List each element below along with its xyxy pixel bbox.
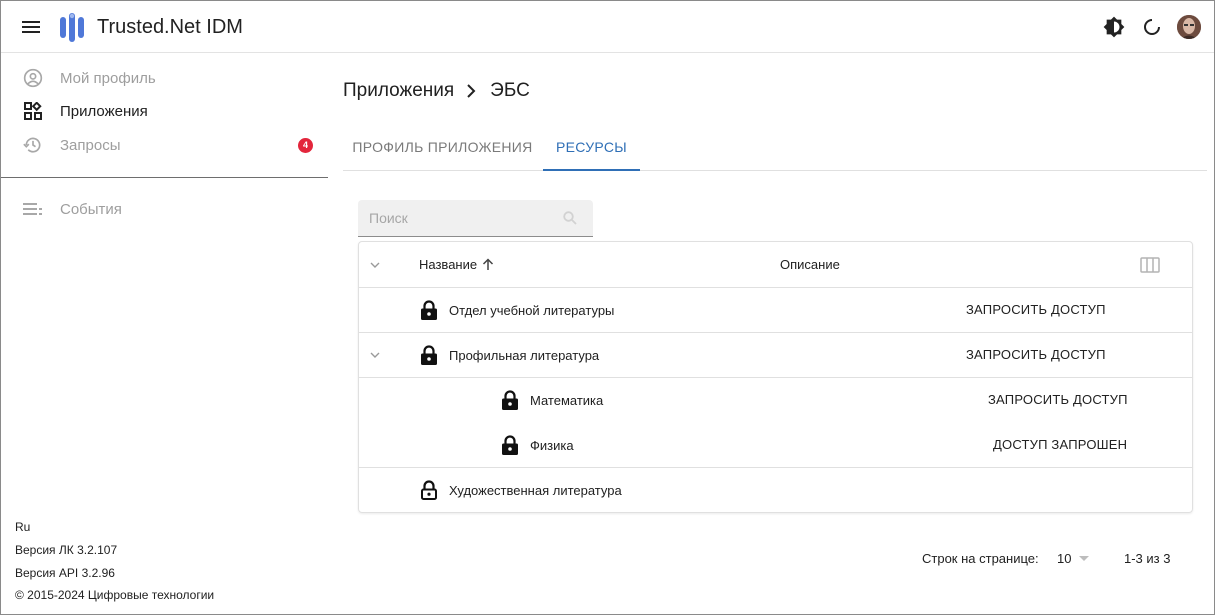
- sort-arrow-up-icon: [482, 258, 494, 271]
- collapse-all-icon[interactable]: [368, 258, 382, 272]
- theme-icon[interactable]: [1102, 15, 1126, 39]
- sidebar: Мой профиль Приложения Запросы 4 События…: [1, 54, 328, 614]
- logo: [60, 13, 84, 42]
- sidebar-item-label: Приложения: [60, 102, 148, 120]
- sidebar-item-requests[interactable]: Запросы 4: [1, 128, 328, 162]
- table-row-child[interactable]: Математика ЗАПРОСИТЬ ДОСТУП: [359, 378, 1192, 422]
- search-input[interactable]: [358, 200, 558, 236]
- sidebar-item-events[interactable]: События: [1, 192, 328, 226]
- top-app-bar: Trusted.Net IDM: [1, 1, 1214, 53]
- apps-icon: [22, 100, 44, 122]
- lock-icon: [500, 435, 520, 455]
- tab-app-profile[interactable]: ПРОФИЛЬ ПРИЛОЖЕНИЯ: [343, 124, 542, 170]
- column-header-name[interactable]: Название: [419, 257, 494, 272]
- table-header: Название Описание: [359, 242, 1192, 287]
- lock-open-icon: [419, 480, 439, 500]
- requests-count-badge: 4: [298, 137, 313, 153]
- column-settings-icon[interactable]: [1140, 257, 1160, 276]
- rows-per-page-value: 10: [1057, 551, 1072, 566]
- lock-icon: [419, 300, 439, 320]
- request-access-button[interactable]: ЗАПРОСИТЬ ДОСТУП: [988, 392, 1128, 407]
- sidebar-item-apps[interactable]: Приложения: [1, 94, 328, 128]
- history-icon: [22, 134, 44, 156]
- lock-icon: [500, 390, 520, 410]
- breadcrumb-parent[interactable]: Приложения: [343, 80, 454, 102]
- menu-icon[interactable]: [19, 15, 43, 39]
- resource-name-cell: Физика: [500, 435, 574, 455]
- resource-name-cell: Отдел учебной литературы: [419, 300, 614, 320]
- api-version: Версия API 3.2.96: [15, 566, 115, 580]
- table-row[interactable]: Профильная литература ЗАПРОСИТЬ ДОСТУП: [359, 333, 1192, 377]
- request-access-button[interactable]: ЗАПРОСИТЬ ДОСТУП: [966, 302, 1106, 317]
- pagination-range: 1-3 из 3: [1124, 551, 1171, 566]
- resource-name: Отдел учебной литературы: [449, 302, 615, 318]
- app-title: Trusted.Net IDM: [97, 16, 243, 38]
- request-access-button[interactable]: ЗАПРОСИТЬ ДОСТУП: [966, 347, 1106, 362]
- sidebar-item-label: События: [60, 200, 122, 218]
- search-box: [358, 200, 593, 237]
- table-row-child[interactable]: Физика ДОСТУП ЗАПРОШЕН: [359, 423, 1192, 467]
- resource-name: Математика: [530, 392, 604, 408]
- sidebar-item-label: Запросы: [60, 136, 121, 154]
- dropdown-arrow-icon: [1079, 556, 1090, 561]
- language-selector[interactable]: Ru: [15, 520, 30, 534]
- search-icon[interactable]: [563, 211, 577, 230]
- tab-resources[interactable]: РЕСУРСЫ: [543, 124, 640, 171]
- sidebar-item-profile[interactable]: Мой профиль: [1, 61, 328, 95]
- resources-table: Название Описание Отдел учебной литерату…: [358, 241, 1193, 513]
- refresh-icon[interactable]: [1140, 15, 1164, 39]
- breadcrumb-current: ЭБС: [490, 80, 530, 101]
- table-row[interactable]: Художественная литература: [359, 468, 1192, 512]
- avatar[interactable]: [1177, 15, 1201, 39]
- list-icon: [22, 198, 44, 220]
- access-requested-status: ДОСТУП ЗАПРОШЕН: [993, 437, 1128, 452]
- sidebar-divider: [1, 177, 328, 178]
- sidebar-item-label: Мой профиль: [60, 69, 156, 87]
- resource-name: Физика: [530, 437, 574, 453]
- expand-row-icon[interactable]: [368, 348, 382, 362]
- account-circle-icon: [22, 67, 44, 89]
- column-header-label: Название: [419, 257, 478, 272]
- chevron-right-icon: [466, 84, 476, 98]
- resource-name-cell: Профильная литература: [419, 345, 599, 365]
- table-row[interactable]: Отдел учебной литературы ЗАПРОСИТЬ ДОСТУ…: [359, 288, 1192, 332]
- rows-per-page-select[interactable]: 10: [1057, 551, 1090, 566]
- resource-name: Профильная литература: [449, 347, 600, 363]
- resource-name-cell: Художественная литература: [419, 480, 622, 500]
- resource-name: Художественная литература: [449, 482, 622, 498]
- breadcrumb: Приложения ЭБС: [343, 80, 530, 102]
- rows-per-page-label: Строк на странице:: [922, 551, 1039, 566]
- column-header-description[interactable]: Описание: [780, 257, 840, 272]
- lk-version: Версия ЛК 3.2.107: [15, 543, 118, 557]
- copyright: © 2015-2024 Цифровые технологии: [15, 588, 215, 602]
- lock-icon: [419, 345, 439, 365]
- tabs: ПРОФИЛЬ ПРИЛОЖЕНИЯ РЕСУРСЫ: [343, 124, 1207, 171]
- resource-name-cell: Математика: [500, 390, 603, 410]
